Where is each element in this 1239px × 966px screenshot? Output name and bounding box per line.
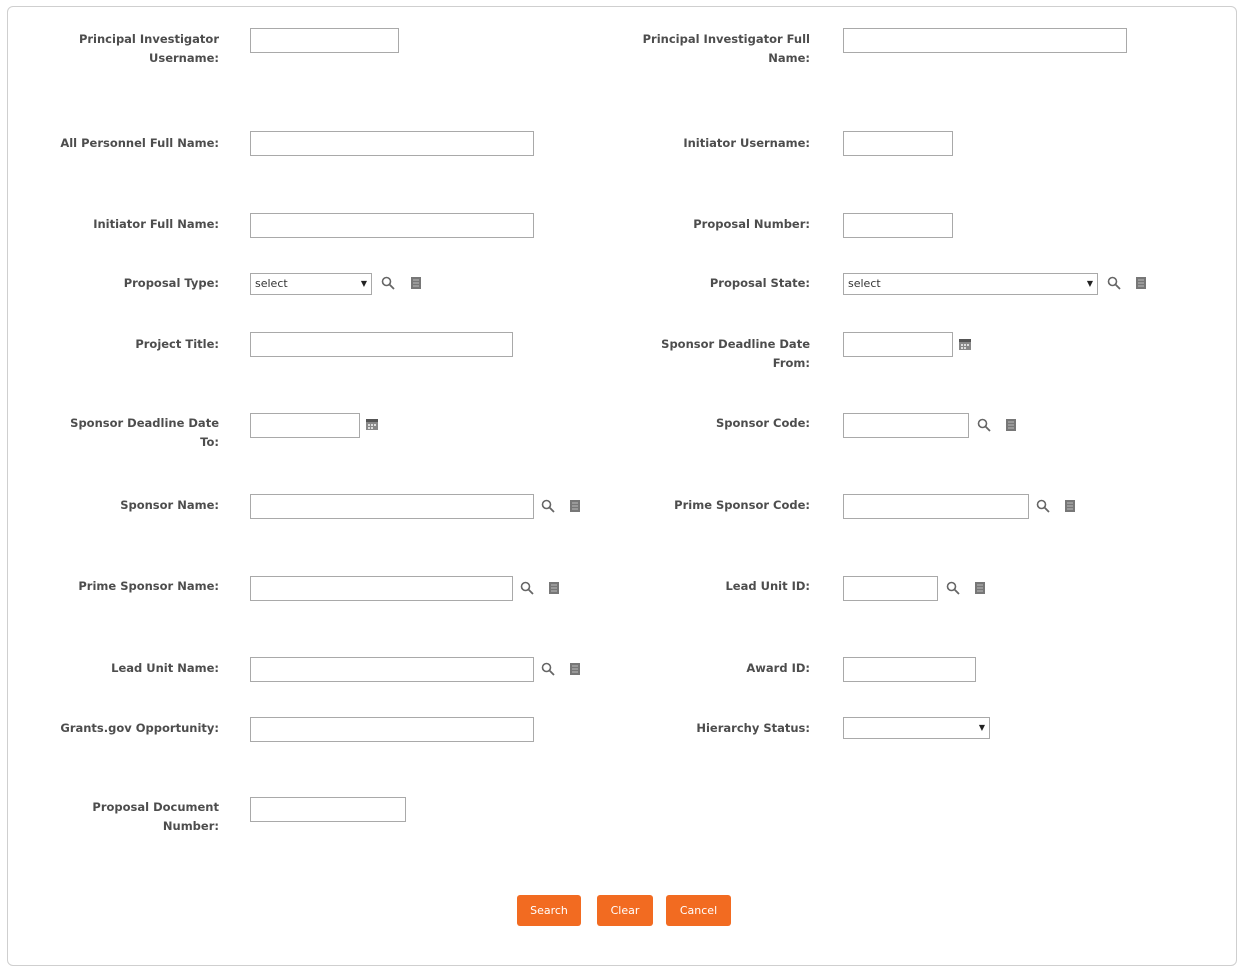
grants-gov-input[interactable] <box>250 717 534 742</box>
initiator-username-input[interactable] <box>843 131 953 156</box>
label-proposal-state: Proposal State: <box>709 276 810 290</box>
chevron-down-icon: ▼ <box>978 723 985 732</box>
label-sponsor-deadline-from: Sponsor Deadline Date From: <box>661 337 810 370</box>
document-icon[interactable] <box>973 581 987 595</box>
proposal-type-select[interactable]: select ▼ <box>250 273 372 295</box>
sponsor-deadline-to-input[interactable] <box>250 413 360 438</box>
calendar-icon[interactable] <box>958 337 972 351</box>
document-icon[interactable] <box>1004 418 1018 432</box>
label-project-title: Project Title: <box>135 337 219 351</box>
search-button[interactable]: Search <box>517 895 581 926</box>
label-award-id: Award ID: <box>746 661 810 675</box>
label-sponsor-name: Sponsor Name: <box>120 498 219 512</box>
sponsor-code-input[interactable] <box>843 413 969 438</box>
lead-unit-name-input[interactable] <box>250 657 534 682</box>
label-lead-unit-name: Lead Unit Name: <box>111 661 219 675</box>
pi-full-name-input[interactable] <box>843 28 1127 53</box>
label-pi-username: Principal Investigator Username: <box>78 32 219 65</box>
project-title-input[interactable] <box>250 332 513 357</box>
document-icon[interactable] <box>568 662 582 676</box>
prime-sponsor-name-input[interactable] <box>250 576 513 601</box>
calendar-icon[interactable] <box>365 417 379 431</box>
search-icon[interactable] <box>1036 499 1050 513</box>
prime-sponsor-code-input[interactable] <box>843 494 1029 519</box>
search-icon[interactable] <box>946 581 960 595</box>
sponsor-deadline-from-input[interactable] <box>843 332 953 357</box>
label-prime-sponsor-name: Prime Sponsor Name: <box>78 579 219 593</box>
label-lead-unit-id: Lead Unit ID: <box>725 579 810 593</box>
proposal-state-value: select <box>848 277 881 290</box>
label-sponsor-code: Sponsor Code: <box>716 416 810 430</box>
label-proposal-doc-number: Proposal Document Number: <box>92 800 219 833</box>
label-sponsor-deadline-to: Sponsor Deadline Date To: <box>70 416 219 449</box>
search-icon[interactable] <box>520 581 534 595</box>
document-icon[interactable] <box>409 276 423 290</box>
document-icon[interactable] <box>1134 276 1148 290</box>
initiator-full-name-input[interactable] <box>250 213 534 238</box>
chevron-down-icon: ▼ <box>360 279 367 288</box>
chevron-down-icon: ▼ <box>1086 279 1093 288</box>
document-icon[interactable] <box>547 581 561 595</box>
search-icon[interactable] <box>977 418 991 432</box>
lead-unit-id-input[interactable] <box>843 576 938 601</box>
clear-button[interactable]: Clear <box>597 895 653 926</box>
proposal-state-select[interactable]: select ▼ <box>843 273 1098 295</box>
search-icon[interactable] <box>541 499 555 513</box>
search-icon[interactable] <box>541 662 555 676</box>
proposal-type-value: select <box>255 277 288 290</box>
document-icon[interactable] <box>1063 499 1077 513</box>
label-initiator-username: Initiator Username: <box>683 136 810 150</box>
label-grants-gov: Grants.gov Opportunity: <box>60 721 219 735</box>
document-icon[interactable] <box>568 499 582 513</box>
label-all-personnel: All Personnel Full Name: <box>60 136 219 150</box>
search-icon[interactable] <box>1107 276 1121 290</box>
all-personnel-input[interactable] <box>250 131 534 156</box>
proposal-doc-number-input[interactable] <box>250 797 406 822</box>
hierarchy-status-select[interactable]: ▼ <box>843 717 990 739</box>
label-proposal-number: Proposal Number: <box>693 217 810 231</box>
pi-username-input[interactable] <box>250 28 399 53</box>
label-prime-sponsor-code: Prime Sponsor Code: <box>674 498 810 512</box>
cancel-button[interactable]: Cancel <box>666 895 731 926</box>
label-hierarchy-status: Hierarchy Status: <box>696 721 810 735</box>
sponsor-name-input[interactable] <box>250 494 534 519</box>
proposal-number-input[interactable] <box>843 213 953 238</box>
search-icon[interactable] <box>381 276 395 290</box>
label-proposal-type: Proposal Type: <box>123 276 219 290</box>
label-pi-full-name: Principal Investigator Full Name: <box>642 32 810 65</box>
award-id-input[interactable] <box>843 657 976 682</box>
label-initiator-full-name: Initiator Full Name: <box>93 217 219 231</box>
